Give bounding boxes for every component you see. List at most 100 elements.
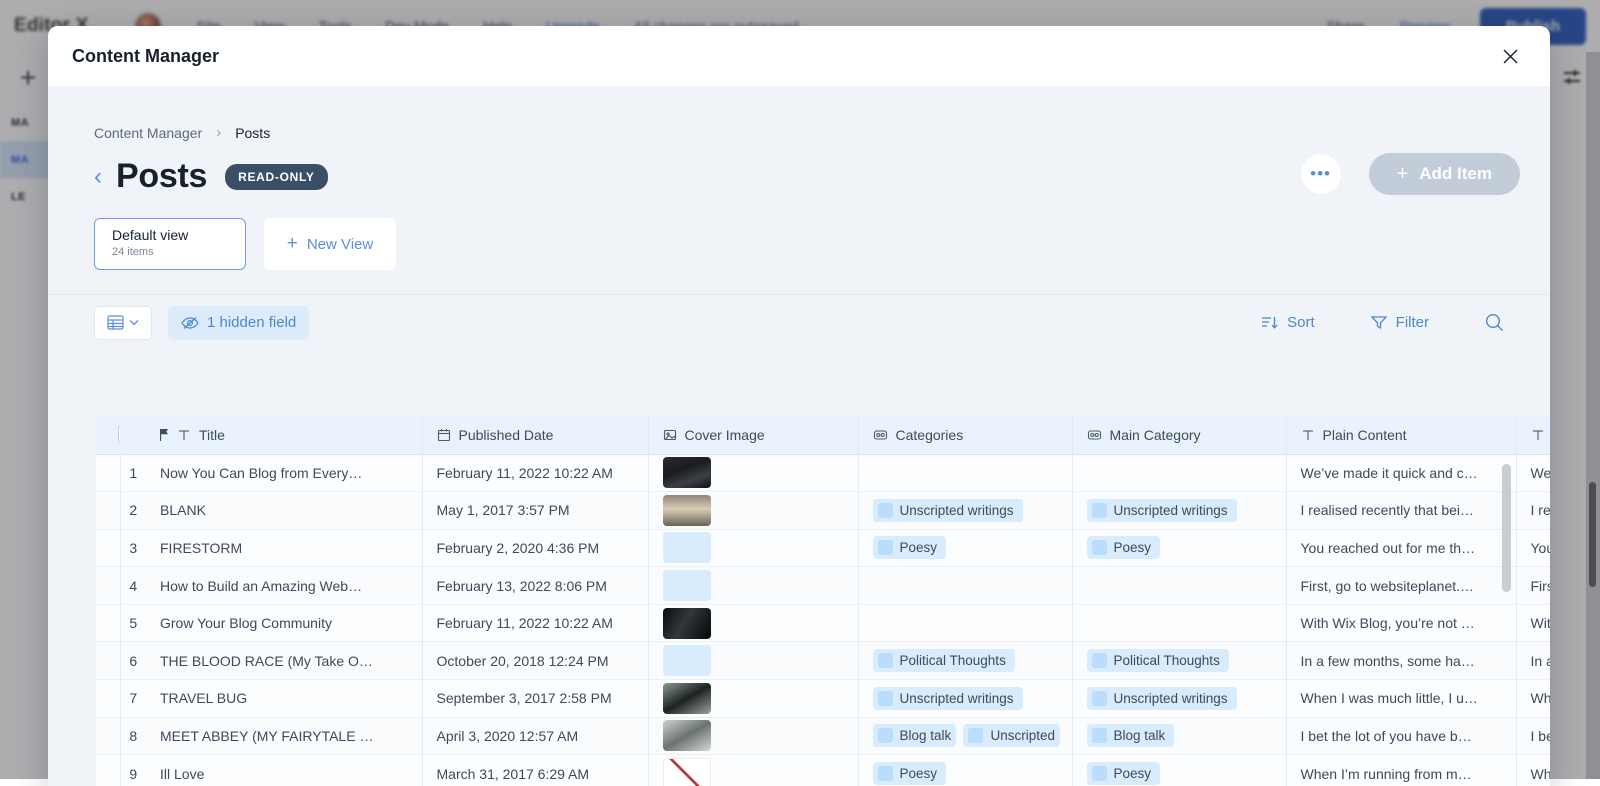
column-header-excerpt[interactable]: Exce xyxy=(1516,416,1550,454)
cell-categories[interactable]: Poesy xyxy=(858,529,1072,567)
cell-published-date[interactable]: February 11, 2022 10:22 AM xyxy=(422,604,648,642)
cell-title[interactable]: FIRESTORM xyxy=(146,529,422,567)
cell-excerpt[interactable]: When I w xyxy=(1516,680,1550,718)
hidden-fields-button[interactable]: 1 hidden field xyxy=(168,306,309,340)
cell-cover-image[interactable] xyxy=(648,604,858,642)
row-select-cell[interactable] xyxy=(96,680,120,718)
column-header-plain-content[interactable]: Plain Content xyxy=(1286,416,1516,454)
more-options-icon[interactable]: ••• xyxy=(1301,154,1341,194)
column-header-main-category[interactable]: Main Category xyxy=(1072,416,1286,454)
cell-excerpt[interactable]: With Wix xyxy=(1516,604,1550,642)
cell-main-category[interactable]: Unscripted writings xyxy=(1072,680,1286,718)
cell-cover-image[interactable] xyxy=(648,680,858,718)
cell-title[interactable]: TRAVEL BUG xyxy=(146,680,422,718)
cell-cover-image[interactable] xyxy=(648,454,858,492)
cell-cover-image[interactable] xyxy=(648,755,858,786)
cell-cover-image[interactable] xyxy=(648,492,858,530)
cell-title[interactable]: Ill Love xyxy=(146,755,422,786)
column-header-published-date[interactable]: Published Date xyxy=(422,416,648,454)
close-icon[interactable] xyxy=(1496,42,1524,70)
cell-excerpt[interactable]: I realised xyxy=(1516,492,1550,530)
row-select-cell[interactable] xyxy=(96,642,120,680)
cell-categories[interactable]: Poesy xyxy=(858,755,1072,786)
cell-excerpt[interactable]: In a few xyxy=(1516,642,1550,680)
cell-categories[interactable]: Blog talkUnscripted xyxy=(858,717,1072,755)
cell-title[interactable]: Grow Your Blog Community xyxy=(146,604,422,642)
table-row[interactable]: 8MEET ABBEY (MY FAIRYTALE …April 3, 2020… xyxy=(96,717,1550,755)
cell-plain-content[interactable]: When I was much little, I u… xyxy=(1286,680,1516,718)
table-row[interactable]: 1Now You Can Blog from Every…February 11… xyxy=(96,454,1550,492)
table-row[interactable]: 7TRAVEL BUGSeptember 3, 2017 2:58 PMUnsc… xyxy=(96,680,1550,718)
new-view-button[interactable]: + New View xyxy=(264,218,396,270)
row-select-cell[interactable] xyxy=(96,717,120,755)
cell-plain-content[interactable]: You reached out for me th… xyxy=(1286,529,1516,567)
row-select-cell[interactable] xyxy=(96,492,120,530)
tab-default-view[interactable]: Default view 24 items xyxy=(94,218,246,270)
cell-cover-image[interactable] xyxy=(648,529,858,567)
cell-main-category[interactable]: Blog talk xyxy=(1072,717,1286,755)
cell-cover-image[interactable] xyxy=(648,642,858,680)
sort-button[interactable]: Sort xyxy=(1261,314,1315,331)
breadcrumb-root[interactable]: Content Manager xyxy=(94,125,202,141)
cell-plain-content[interactable]: With Wix Blog, you’re not … xyxy=(1286,604,1516,642)
cell-categories[interactable] xyxy=(858,604,1072,642)
table-scrollbar[interactable] xyxy=(1502,454,1511,786)
cell-excerpt[interactable]: When I’m xyxy=(1516,755,1550,786)
cell-published-date[interactable]: May 1, 2017 3:57 PM xyxy=(422,492,648,530)
cell-published-date[interactable]: March 31, 2017 6:29 AM xyxy=(422,755,648,786)
row-select-cell[interactable] xyxy=(96,454,120,492)
cell-main-category[interactable]: Unscripted writings xyxy=(1072,492,1286,530)
cell-title[interactable]: BLANK xyxy=(146,492,422,530)
cell-main-category[interactable] xyxy=(1072,604,1286,642)
cell-categories[interactable]: Unscripted writings xyxy=(858,680,1072,718)
cell-published-date[interactable]: September 3, 2017 2:58 PM xyxy=(422,680,648,718)
cell-cover-image[interactable] xyxy=(648,717,858,755)
cell-title[interactable]: MEET ABBEY (MY FAIRYTALE … xyxy=(146,717,422,755)
search-button[interactable] xyxy=(1485,313,1504,332)
view-switch-button[interactable] xyxy=(94,306,152,340)
add-item-button[interactable]: + Add Item xyxy=(1369,153,1520,195)
cell-published-date[interactable]: February 11, 2022 10:22 AM xyxy=(422,454,648,492)
cell-main-category[interactable]: Poesy xyxy=(1072,755,1286,786)
column-header-title[interactable]: Title xyxy=(146,416,422,454)
cell-published-date[interactable]: April 3, 2020 12:57 AM xyxy=(422,717,648,755)
cell-main-category[interactable]: Poesy xyxy=(1072,529,1286,567)
cell-excerpt[interactable]: We’ve m xyxy=(1516,454,1550,492)
row-select-cell[interactable] xyxy=(96,604,120,642)
row-select-cell[interactable] xyxy=(96,529,120,567)
cell-published-date[interactable]: February 13, 2022 8:06 PM xyxy=(422,567,648,605)
filter-button[interactable]: Filter xyxy=(1371,314,1429,331)
table-scrollbar-thumb[interactable] xyxy=(1502,464,1511,592)
cell-cover-image[interactable] xyxy=(648,567,858,605)
table-row[interactable]: 9Ill LoveMarch 31, 2017 6:29 AMPoesyPoes… xyxy=(96,755,1550,786)
table-row[interactable]: 2BLANKMay 1, 2017 3:57 PMUnscripted writ… xyxy=(96,492,1550,530)
cell-plain-content[interactable]: I bet the lot of you have b… xyxy=(1286,717,1516,755)
cell-main-category[interactable]: Political Thoughts xyxy=(1072,642,1286,680)
cell-main-category[interactable] xyxy=(1072,454,1286,492)
cell-plain-content[interactable]: We’ve made it quick and c… xyxy=(1286,454,1516,492)
table-row[interactable]: 3FIRESTORMFebruary 2, 2020 4:36 PMPoesyP… xyxy=(96,529,1550,567)
cell-excerpt[interactable]: First, go xyxy=(1516,567,1550,605)
cell-excerpt[interactable]: I bet the xyxy=(1516,717,1550,755)
page-scrollbar-thumb[interactable] xyxy=(1589,482,1596,587)
cell-categories[interactable]: Political Thoughts xyxy=(858,642,1072,680)
cell-plain-content[interactable]: I realised recently that bei… xyxy=(1286,492,1516,530)
column-header-cover-image[interactable]: Cover Image xyxy=(648,416,858,454)
row-select-cell[interactable] xyxy=(96,567,120,605)
cell-published-date[interactable]: February 2, 2020 4:36 PM xyxy=(422,529,648,567)
row-select-cell[interactable] xyxy=(96,755,120,786)
cell-categories[interactable]: Unscripted writings xyxy=(858,492,1072,530)
cell-published-date[interactable]: October 20, 2018 12:24 PM xyxy=(422,642,648,680)
table-row[interactable]: 4How to Build an Amazing Web…February 13… xyxy=(96,567,1550,605)
cell-excerpt[interactable]: You reach xyxy=(1516,529,1550,567)
cell-categories[interactable] xyxy=(858,454,1072,492)
page-scrollbar[interactable] xyxy=(1586,52,1600,779)
back-chevron-icon[interactable]: ‹ xyxy=(94,165,102,189)
cell-plain-content[interactable]: First, go to websiteplanet.… xyxy=(1286,567,1516,605)
column-header-categories[interactable]: Categories xyxy=(858,416,1072,454)
table-row[interactable]: 5Grow Your Blog CommunityFebruary 11, 20… xyxy=(96,604,1550,642)
cell-title[interactable]: THE BLOOD RACE (My Take O… xyxy=(146,642,422,680)
cell-categories[interactable] xyxy=(858,567,1072,605)
table-row[interactable]: 6THE BLOOD RACE (My Take O…October 20, 2… xyxy=(96,642,1550,680)
cell-title[interactable]: Now You Can Blog from Every… xyxy=(146,454,422,492)
